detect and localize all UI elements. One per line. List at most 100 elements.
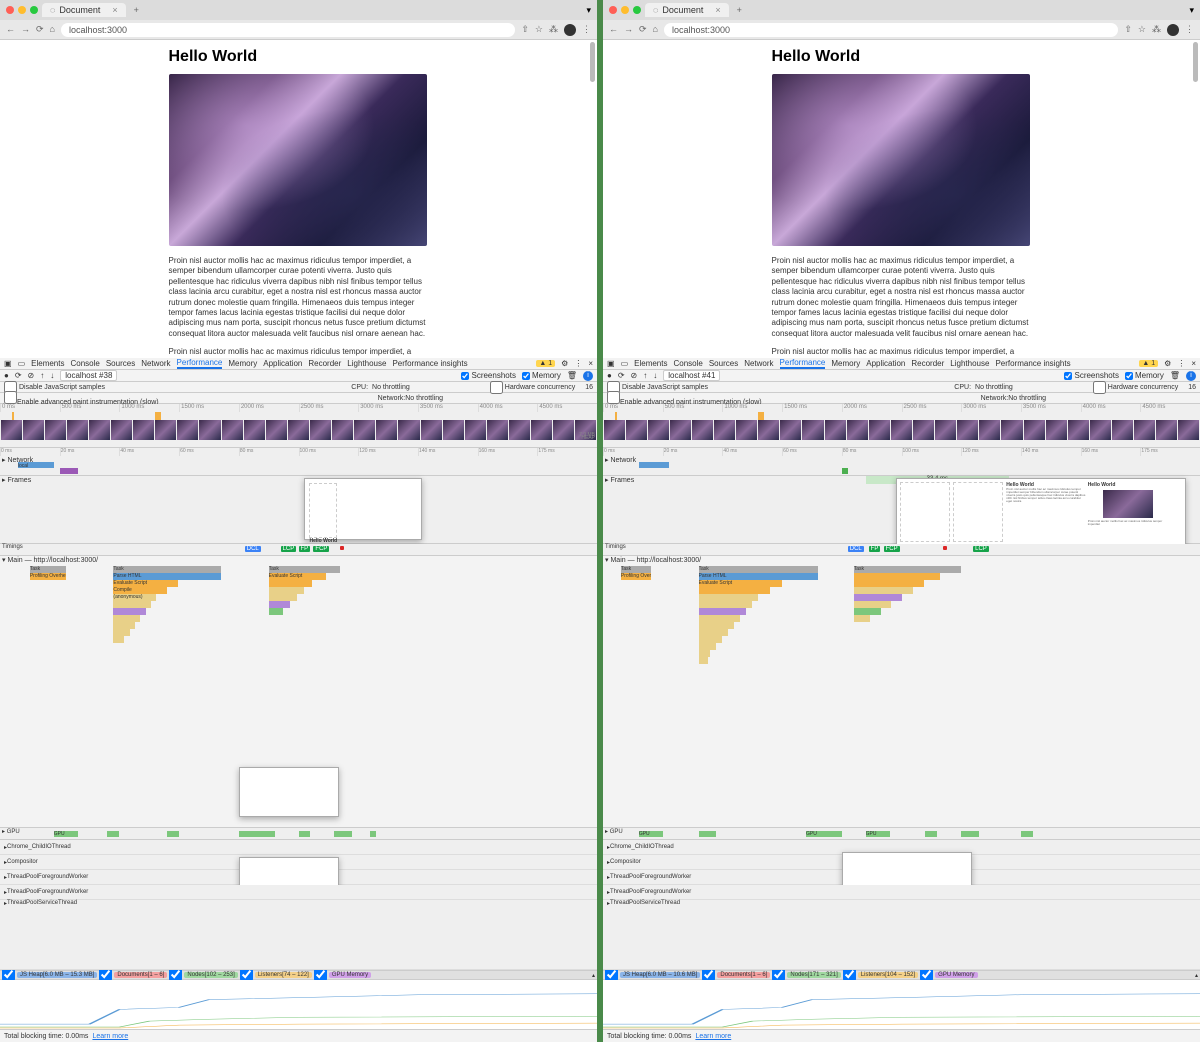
frames-track[interactable]: ▸ Frames Hello World Proin nisl auctor m…	[0, 476, 597, 544]
close-window-icon[interactable]	[609, 6, 617, 14]
warning-badge[interactable]: ▲ 1	[1139, 360, 1158, 367]
close-devtools-icon[interactable]: ×	[1191, 359, 1196, 368]
trash-icon[interactable]: 🗑	[567, 371, 577, 380]
info-badge[interactable]: i	[583, 371, 593, 381]
recording-select[interactable]: localhost #41	[663, 370, 720, 381]
thread-pool-fg2[interactable]: ▸ ThreadPoolForegroundWorker	[0, 885, 597, 900]
network-track[interactable]: ▸ Network	[603, 456, 1200, 476]
overview-timeline[interactable]: 0 ms500 ms1000 ms1500 ms2000 ms2500 ms30…	[0, 404, 597, 448]
page-viewport[interactable]: Hello World Proin nisl auctor mollis hac…	[603, 40, 1200, 358]
thread-pool-fg2[interactable]: ▸ ThreadPoolForegroundWorker	[603, 885, 1200, 900]
thread-pool-service[interactable]: ▸ ThreadPoolServiceThread	[0, 900, 597, 970]
minimize-window-icon[interactable]	[18, 6, 26, 14]
timing-marker[interactable]	[943, 546, 947, 550]
recording-select[interactable]: localhost #38	[60, 370, 117, 381]
traffic-lights[interactable]	[6, 6, 38, 14]
load-button[interactable]: ↑	[643, 371, 647, 380]
cpu-throttle-select[interactable]: No throttling	[372, 384, 410, 391]
memory-checkbox[interactable]: Memory	[1125, 371, 1164, 380]
page-viewport[interactable]: Hello World Proin nisl auctor mollis hac…	[0, 40, 597, 358]
frames-track[interactable]: ▸ Frames 33.4 ms Hello World Proin nisl …	[603, 476, 1200, 544]
timing-fcp[interactable]: FCP	[884, 546, 900, 552]
reload-button[interactable]: ⟳	[639, 24, 647, 35]
reload-record-button[interactable]: ⟳	[15, 371, 22, 380]
collapse-up-icon[interactable]: ▴	[1195, 972, 1198, 979]
url-input[interactable]: localhost:3000	[61, 23, 515, 37]
timings-track[interactable]: Timings DCL LCP FP FCP	[0, 544, 597, 556]
tab-console[interactable]: Console	[673, 359, 702, 368]
inspect-icon[interactable]: ▣	[607, 359, 615, 368]
forward-button[interactable]: →	[21, 24, 30, 35]
doc-pill[interactable]: Documents[1 – 6]	[717, 972, 770, 978]
more-icon[interactable]: ⋮	[574, 359, 582, 368]
profile-avatar[interactable]	[1167, 24, 1179, 36]
tab-application[interactable]: Application	[263, 359, 302, 368]
screenshots-checkbox[interactable]: Screenshots	[1064, 371, 1118, 380]
thread-pool-service[interactable]: ▸ ThreadPoolServiceThread	[603, 900, 1200, 970]
gpu-pill[interactable]: GPU Memory	[935, 972, 977, 978]
share-icon[interactable]: ⇧	[1124, 24, 1132, 35]
settings-gear-icon[interactable]: ⚙	[561, 359, 568, 368]
tab-recorder[interactable]: Recorder	[308, 359, 341, 368]
extensions-icon[interactable]: ⁂	[1152, 24, 1161, 35]
back-button[interactable]: ←	[609, 24, 618, 35]
listeners-pill[interactable]: Listeners[104 – 152]	[858, 972, 918, 978]
timing-dcl[interactable]: DCL	[848, 546, 864, 552]
tab-application[interactable]: Application	[866, 359, 905, 368]
browser-tab[interactable]: ◌ Document ×	[42, 3, 126, 17]
save-button[interactable]: ↓	[50, 371, 54, 380]
heap-pill[interactable]: JS Heap[6.0 MB – 10.6 MB]	[620, 972, 700, 978]
tab-network[interactable]: Network	[141, 359, 170, 368]
learn-more-link[interactable]: Learn more	[92, 1033, 128, 1040]
tab-performance[interactable]: Performance	[780, 358, 826, 369]
tab-sources[interactable]: Sources	[106, 359, 135, 368]
reload-button[interactable]: ⟳	[36, 24, 44, 35]
memory-graph[interactable]	[0, 980, 597, 1030]
bookmark-icon[interactable]: ☆	[1138, 24, 1146, 35]
thread-chrome-io[interactable]: ▸ Chrome_ChildIOThread	[0, 840, 597, 855]
new-tab-button[interactable]: +	[733, 5, 746, 15]
timing-fp[interactable]: FP	[299, 546, 311, 552]
gpu-track[interactable]: ▸ GPU GPU GPU GPU	[603, 828, 1200, 840]
tab-memory[interactable]: Memory	[831, 359, 860, 368]
timing-marker[interactable]	[340, 546, 344, 550]
scrollbar-vertical[interactable]	[590, 42, 595, 82]
home-button[interactable]: ⌂	[50, 24, 55, 35]
kebab-menu-icon[interactable]: ⋮	[582, 24, 591, 35]
tab-recorder[interactable]: Recorder	[911, 359, 944, 368]
scrollbar-vertical[interactable]	[1193, 42, 1198, 82]
gpu-track[interactable]: ▸ GPU GPU	[0, 828, 597, 840]
tab-memory[interactable]: Memory	[228, 359, 257, 368]
clear-button[interactable]: ⊘	[28, 371, 35, 380]
reload-record-button[interactable]: ⟳	[618, 371, 625, 380]
share-icon[interactable]: ⇧	[521, 24, 529, 35]
profile-avatar[interactable]	[564, 24, 576, 36]
window-menu-icon[interactable]: ▾	[1189, 5, 1194, 16]
thread-pool-fg1[interactable]: ▸ ThreadPoolForegroundWorker	[0, 870, 597, 885]
kebab-menu-icon[interactable]: ⋮	[1185, 24, 1194, 35]
home-button[interactable]: ⌂	[653, 24, 658, 35]
browser-tab[interactable]: ◌ Document ×	[645, 3, 729, 17]
more-icon[interactable]: ⋮	[1177, 359, 1185, 368]
extensions-icon[interactable]: ⁂	[549, 24, 558, 35]
info-badge[interactable]: i	[1186, 371, 1196, 381]
screenshots-checkbox[interactable]: Screenshots	[461, 371, 515, 380]
gpu-pill[interactable]: GPU Memory	[329, 972, 371, 978]
timings-track[interactable]: Timings DCL FP FCP LCP	[603, 544, 1200, 556]
save-button[interactable]: ↓	[653, 371, 657, 380]
timing-dcl[interactable]: DCL	[245, 546, 261, 552]
traffic-lights[interactable]	[609, 6, 641, 14]
tab-perf-insights[interactable]: Performance insights	[392, 359, 467, 368]
tab-lighthouse[interactable]: Lighthouse	[347, 359, 386, 368]
minimize-window-icon[interactable]	[621, 6, 629, 14]
inspect-icon[interactable]: ▣	[4, 359, 12, 368]
close-tab-icon[interactable]: ×	[112, 5, 117, 15]
maximize-window-icon[interactable]	[633, 6, 641, 14]
listeners-pill[interactable]: Listeners[74 – 122]	[255, 972, 312, 978]
network-throttle-select[interactable]: No throttling	[1008, 395, 1046, 402]
timing-lcp[interactable]: LCP	[281, 546, 297, 552]
device-icon[interactable]: ▭	[18, 359, 26, 368]
network-throttle-select[interactable]: No throttling	[405, 395, 443, 402]
overview-timeline[interactable]: 0 ms500 ms1000 ms1500 ms2000 ms2500 ms30…	[603, 404, 1200, 448]
timing-fcp[interactable]: FCP	[313, 546, 329, 552]
